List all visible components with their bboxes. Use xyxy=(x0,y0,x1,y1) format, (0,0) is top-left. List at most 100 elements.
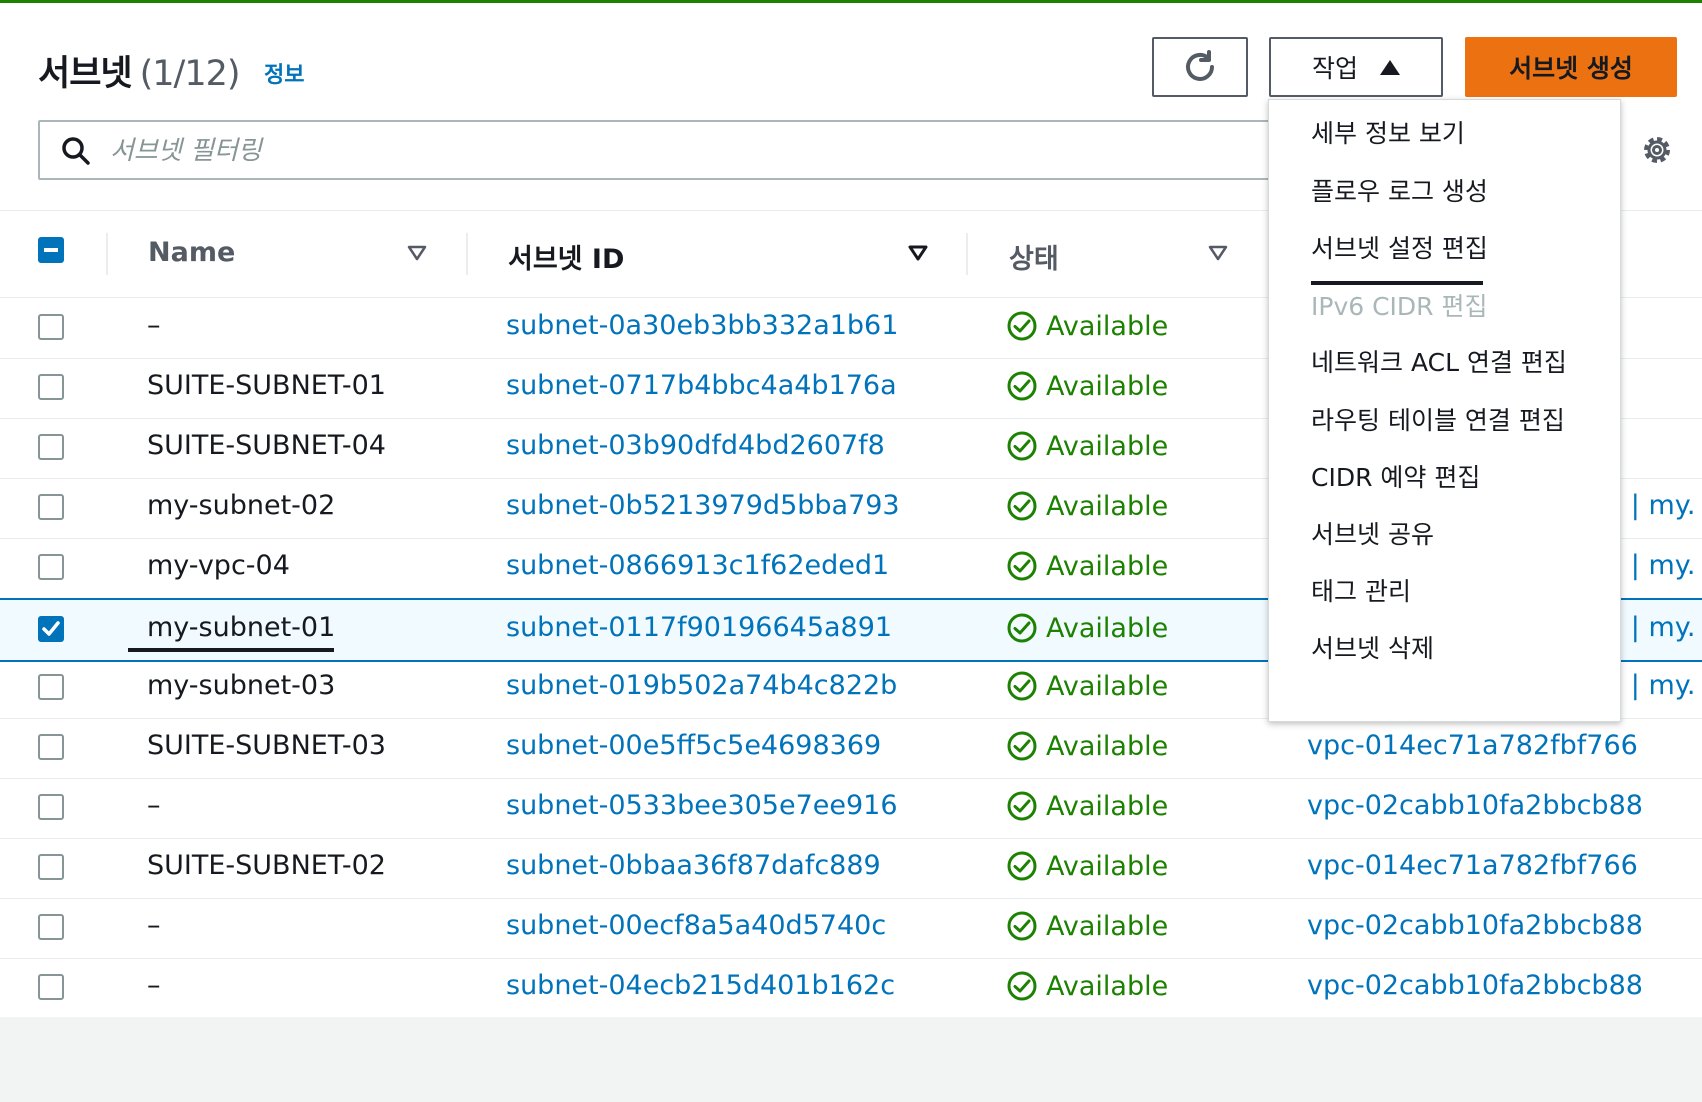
status-label: Available xyxy=(1046,310,1169,342)
check-circle-icon xyxy=(1007,371,1037,401)
refresh-button[interactable] xyxy=(1152,37,1248,97)
sort-triangle-icon[interactable] xyxy=(407,245,427,261)
caret-up-icon xyxy=(1380,59,1400,75)
subnet-id-link[interactable]: subnet-0866913c1f62eded1 xyxy=(506,550,889,581)
vpc-link[interactable]: vpc-02cabb10fa2bbcb88 xyxy=(1307,970,1643,1001)
subnet-id-link[interactable]: subnet-0533bee305e7ee916 xyxy=(506,790,898,821)
cell-name: – xyxy=(147,310,161,341)
column-header-subnet-id[interactable]: 서브넷 ID xyxy=(508,237,624,276)
table-row[interactable]: SUITE-SUBNET-02 subnet-0bbaa36f87dafc889 A… xyxy=(0,838,1702,899)
status-label: Available xyxy=(1046,550,1169,582)
vpc-link[interactable]: vpc-02cabb10fa2bbcb88 xyxy=(1307,790,1643,821)
cell-name: SUITE-SUBNET-01 xyxy=(147,370,386,401)
status-cell: Available xyxy=(1006,670,1168,702)
subnets-panel: 서브넷(1/12) 정보 작업 서브넷 생성 Name 서브넷 ID 상태 xyxy=(0,3,1702,1019)
menu-item-manage-tags[interactable]: 태그 관리 xyxy=(1311,572,1411,608)
vpc-link[interactable]: vpc-02cabb10fa2bbcb88 xyxy=(1307,910,1643,941)
vpc-link[interactable]: vpc-014ec71a782fbf766 xyxy=(1307,730,1638,761)
row-checkbox[interactable] xyxy=(38,434,64,460)
status-label: Available xyxy=(1046,910,1169,942)
cell-name: – xyxy=(147,790,161,821)
sort-triangle-icon[interactable] xyxy=(1208,245,1228,261)
column-divider xyxy=(966,233,968,275)
subnet-id-link[interactable]: subnet-0a30eb3bb332a1b61 xyxy=(506,310,898,341)
check-circle-icon xyxy=(1007,971,1037,1001)
check-circle-icon xyxy=(1007,311,1037,341)
status-label: Available xyxy=(1046,850,1169,882)
info-link[interactable]: 정보 xyxy=(264,57,304,89)
page-background-footer xyxy=(0,1017,1702,1102)
check-circle-icon xyxy=(1007,491,1037,521)
status-cell: Available xyxy=(1006,970,1168,1002)
row-checkbox[interactable] xyxy=(38,674,64,700)
subnet-id-link[interactable]: subnet-0bbaa36f87dafc889 xyxy=(506,850,881,881)
row-checkbox[interactable] xyxy=(38,734,64,760)
check-circle-icon xyxy=(1007,851,1037,881)
row-checkbox[interactable] xyxy=(38,374,64,400)
menu-item-delete-subnet[interactable]: 서브넷 삭제 xyxy=(1311,629,1434,665)
status-cell: Available xyxy=(1006,490,1168,522)
menu-item-view-details[interactable]: 세부 정보 보기 xyxy=(1311,114,1465,150)
status-label: Available xyxy=(1046,730,1169,762)
row-checkbox[interactable] xyxy=(38,914,64,940)
column-header-state[interactable]: 상태 xyxy=(1009,237,1059,276)
subnet-id-link[interactable]: subnet-00e5ff5c5e4698369 xyxy=(506,730,881,761)
create-subnet-button[interactable]: 서브넷 생성 xyxy=(1465,37,1677,97)
check-circle-icon xyxy=(1007,791,1037,821)
cell-name: SUITE-SUBNET-04 xyxy=(147,430,386,461)
table-row[interactable]: SUITE-SUBNET-03 subnet-00e5ff5c5e4698369 A… xyxy=(0,718,1702,779)
subnet-id-link[interactable]: subnet-0717b4bbc4a4b176a xyxy=(506,370,897,401)
subnet-id-link[interactable]: subnet-019b502a74b4c822b xyxy=(506,670,897,701)
status-label: Available xyxy=(1046,970,1169,1002)
cell-name: SUITE-SUBNET-02 xyxy=(147,850,386,881)
status-label: Available xyxy=(1046,790,1169,822)
checkmark-icon xyxy=(42,621,60,636)
status-cell: Available xyxy=(1006,790,1168,822)
cell-name: my-vpc-04 xyxy=(147,550,290,581)
check-circle-icon xyxy=(1007,731,1037,761)
cell-name: my-subnet-03 xyxy=(147,670,336,701)
menu-item-edit-route-table[interactable]: 라우팅 테이블 연결 편집 xyxy=(1311,401,1565,437)
subnet-id-link[interactable]: subnet-0b5213979d5bba793 xyxy=(506,490,900,521)
row-checkbox[interactable] xyxy=(38,794,64,820)
row-checkbox[interactable] xyxy=(38,616,64,642)
subnet-id-link[interactable]: subnet-04ecb215d401b162c xyxy=(506,970,895,1001)
gear-icon[interactable] xyxy=(1640,133,1674,167)
focus-underline xyxy=(128,648,334,652)
subnet-id-link[interactable]: subnet-00ecf8a5a40d5740c xyxy=(506,910,886,941)
row-checkbox[interactable] xyxy=(38,974,64,1000)
menu-item-edit-network-acl[interactable]: 네트워크 ACL 연결 편집 xyxy=(1311,343,1567,379)
sort-triangle-icon[interactable] xyxy=(908,245,928,261)
cell-name: my-subnet-02 xyxy=(147,490,336,521)
status-cell: Available xyxy=(1006,730,1168,762)
status-label: Available xyxy=(1046,370,1169,402)
table-row[interactable]: – subnet-04ecb215d401b162c Available vpc-02… xyxy=(0,958,1702,1019)
menu-item-edit-cidr-reservations[interactable]: CIDR 예약 편집 xyxy=(1311,458,1480,494)
cell-name: SUITE-SUBNET-03 xyxy=(147,730,386,761)
row-checkbox[interactable] xyxy=(38,494,64,520)
menu-item-share-subnet[interactable]: 서브넷 공유 xyxy=(1311,515,1434,551)
menu-item-edit-subnet-settings[interactable]: 서브넷 설정 편집 xyxy=(1311,229,1488,265)
subnet-id-link[interactable]: subnet-03b90dfd4bd2607f8 xyxy=(506,430,885,461)
subnet-id-link[interactable]: subnet-0117f90196645a891 xyxy=(506,612,892,643)
status-cell: Available xyxy=(1006,370,1168,402)
column-header-name[interactable]: Name xyxy=(148,237,235,268)
vpc-link[interactable]: vpc-014ec71a782fbf766 xyxy=(1307,850,1638,881)
actions-dropdown-button[interactable]: 작업 xyxy=(1269,37,1443,97)
table-row[interactable]: – subnet-00ecf8a5a40d5740c Available vpc-02… xyxy=(0,898,1702,959)
status-cell: Available xyxy=(1006,612,1168,644)
status-label: Available xyxy=(1046,490,1169,522)
actions-label: 작업 xyxy=(1311,54,1358,83)
check-circle-icon xyxy=(1007,551,1037,581)
search-input[interactable] xyxy=(108,130,1212,172)
cell-name: my-subnet-01 xyxy=(147,612,336,643)
row-checkbox[interactable] xyxy=(38,314,64,340)
table-row[interactable]: – subnet-0533bee305e7ee916 Available vpc-02… xyxy=(0,778,1702,839)
menu-item-edit-ipv6-cidr: IPv6 CIDR 편집 xyxy=(1311,292,1488,321)
menu-item-create-flow-log[interactable]: 플로우 로그 생성 xyxy=(1311,172,1488,208)
select-all-checkbox[interactable] xyxy=(38,237,64,263)
row-checkbox[interactable] xyxy=(38,854,64,880)
check-circle-icon xyxy=(1007,671,1037,701)
check-circle-icon xyxy=(1007,613,1037,643)
row-checkbox[interactable] xyxy=(38,554,64,580)
